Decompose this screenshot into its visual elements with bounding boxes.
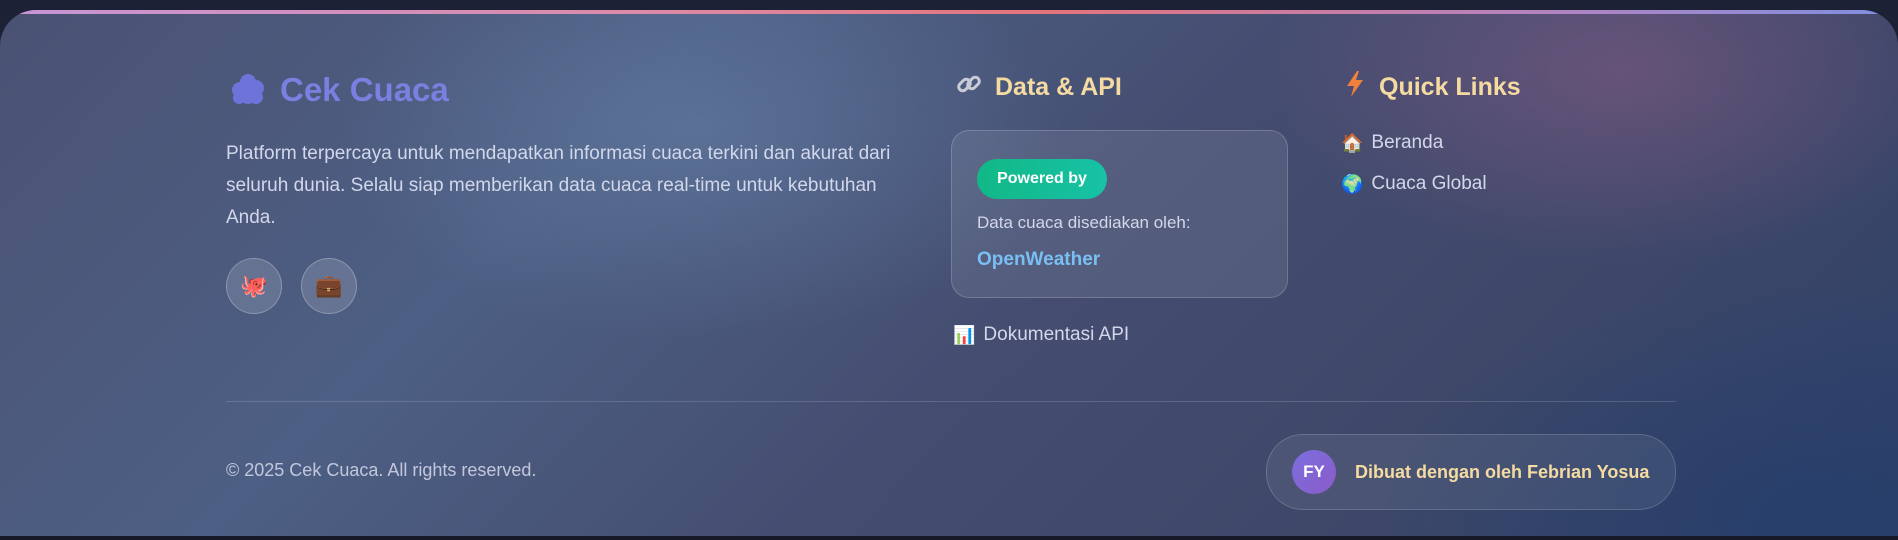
social-button-linkedin[interactable]: 💼 xyxy=(301,258,357,314)
api-docs-link[interactable]: 📊 Dokumentasi API xyxy=(953,324,1129,346)
provided-by-text: Data cuaca disediakan oleh: xyxy=(977,213,1191,232)
quick-link-label: Beranda xyxy=(1371,132,1444,153)
footer-divider xyxy=(226,401,1676,402)
footer-accent-bar xyxy=(0,10,1898,14)
powered-by-badge: Powered by xyxy=(977,159,1107,199)
cloud-icon xyxy=(228,68,268,112)
author-credit: FY Dibuat dengan oleh Febrian Yosua xyxy=(1266,434,1676,510)
brand-description: Platform terpercaya untuk mendapatkan in… xyxy=(226,143,891,228)
page-bottom-edge xyxy=(0,536,1898,540)
brand: Cek Cuaca xyxy=(228,68,449,112)
credit-text: Dibuat dengan oleh Febrian Yosua xyxy=(1355,462,1650,482)
quick-link-label: Cuaca Global xyxy=(1371,173,1487,194)
site-footer: Cek Cuaca Platform terpercaya untuk mend… xyxy=(0,10,1898,538)
quick-links-title: Quick Links xyxy=(1379,73,1521,101)
data-api-heading: Data & API xyxy=(955,70,1122,105)
house-icon: 🏠 xyxy=(1341,132,1364,153)
globe-icon: 🌍 xyxy=(1341,173,1364,194)
quick-link-beranda[interactable]: 🏠 Beranda xyxy=(1341,132,1443,154)
api-provider-card: Powered by Data cuaca disediakan oleh: O… xyxy=(951,130,1288,298)
copyright-text: © 2025 Cek Cuaca. All rights reserved. xyxy=(226,460,537,480)
social-button-github[interactable]: 🐙 xyxy=(226,258,282,314)
quick-link-cuaca-global[interactable]: 🌍 Cuaca Global xyxy=(1341,173,1487,195)
api-docs-label: Dokumentasi API xyxy=(983,324,1130,345)
link-icon xyxy=(955,70,983,105)
data-api-title: Data & API xyxy=(995,73,1122,101)
openweather-link[interactable]: OpenWeather xyxy=(977,249,1100,271)
lightning-icon xyxy=(1343,70,1367,105)
brand-title: Cek Cuaca xyxy=(280,71,449,108)
quick-links-heading: Quick Links xyxy=(1343,70,1521,105)
avatar: FY xyxy=(1292,450,1336,494)
briefcase-icon: 💼 xyxy=(315,273,343,299)
bar-chart-icon: 📊 xyxy=(953,324,976,345)
octopus-icon: 🐙 xyxy=(240,273,268,299)
